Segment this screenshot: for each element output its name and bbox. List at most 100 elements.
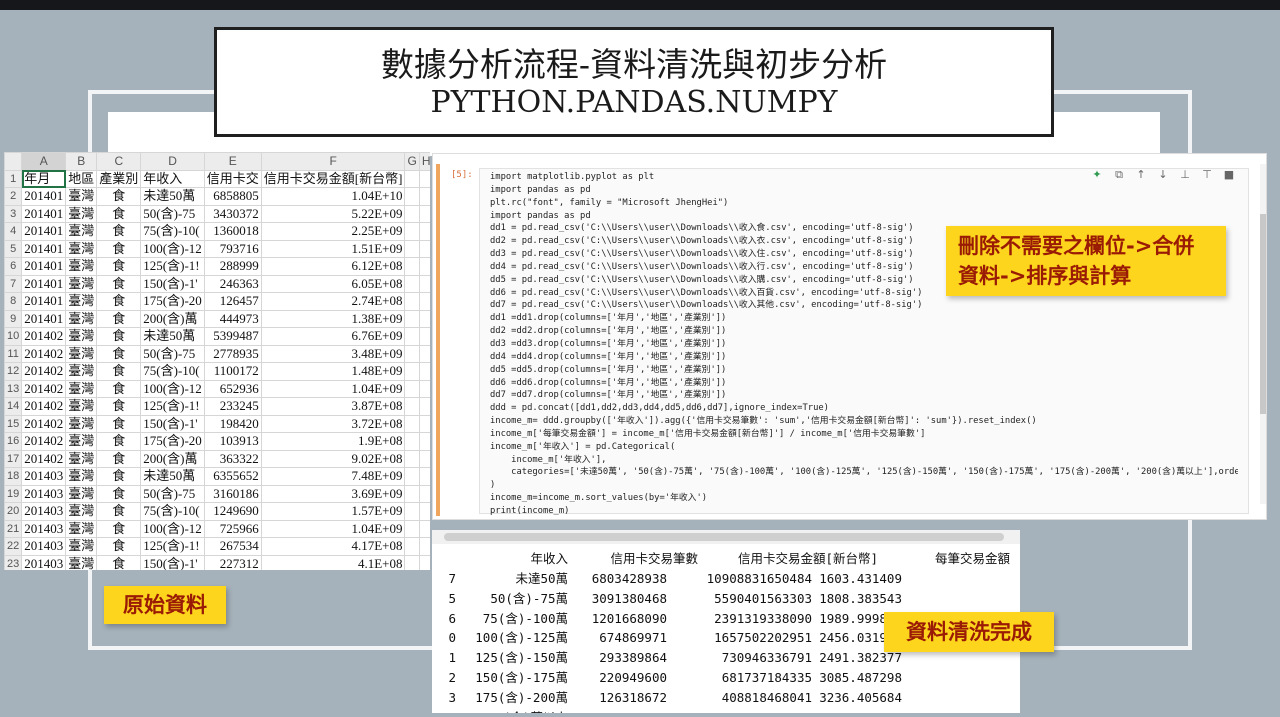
column-header[interactable]: A [21,152,67,171]
table-cell[interactable]: 2.25E+09 [260,222,406,241]
table-cell[interactable]: 食 [96,484,142,503]
table-cell[interactable]: 臺灣 [65,397,98,416]
table-cell[interactable] [404,222,420,241]
table-cell[interactable]: 201401 [21,204,67,223]
header-cell[interactable]: 產業別 [96,169,142,188]
table-cell[interactable]: 201402 [21,397,67,416]
row-number[interactable]: 6 [4,257,23,276]
table-cell[interactable] [418,222,430,241]
table-cell[interactable]: 652936 [203,379,262,398]
table-cell[interactable]: 1360018 [203,222,262,241]
table-cell[interactable]: 食 [96,432,142,451]
notebook-cell[interactable]: [5]: import matplotlib.pyplot as plt imp… [432,153,1267,520]
table-cell[interactable] [418,362,430,381]
table-cell[interactable]: 1.04E+09 [260,519,406,538]
table-cell[interactable]: 臺灣 [65,204,98,223]
table-cell[interactable] [418,397,430,416]
column-header[interactable]: H [418,152,430,171]
table-cell[interactable]: 食 [96,257,142,276]
table-cell[interactable]: 9.02E+08 [260,449,406,468]
table-cell[interactable]: 食 [96,327,142,346]
table-cell[interactable] [418,187,430,206]
header-cell[interactable] [404,169,420,188]
table-cell[interactable]: 201402 [21,432,67,451]
table-cell[interactable]: 臺灣 [65,432,98,451]
table-cell[interactable] [418,204,430,223]
table-cell[interactable]: 200(含)萬 [140,309,205,328]
table-cell[interactable]: 1.57E+09 [260,502,406,521]
code-text[interactable]: import matplotlib.pyplot as plt import p… [490,171,1238,518]
table-cell[interactable]: 7.48E+09 [260,467,406,486]
table-cell[interactable]: 3.72E+08 [260,414,406,433]
row-number[interactable]: 9 [4,309,23,328]
table-cell[interactable] [404,187,420,206]
table-cell[interactable]: 150(含)-1' [140,274,205,293]
column-header[interactable]: C [96,152,142,171]
table-cell[interactable] [418,467,430,486]
row-number[interactable]: 20 [4,502,23,521]
table-cell[interactable]: 200(含)萬 [140,449,205,468]
table-cell[interactable]: 臺灣 [65,502,98,521]
table-cell[interactable]: 175(含)-20 [140,432,205,451]
copy-icon[interactable]: ⧉ [1112,168,1126,182]
table-cell[interactable]: 1.04E+10 [260,187,406,206]
table-cell[interactable]: 臺灣 [65,554,98,570]
row-number[interactable]: 22 [4,537,23,556]
sparkle-icon[interactable]: ✦ [1090,168,1104,182]
table-cell[interactable]: 未達50萬 [140,327,205,346]
header-cell[interactable] [418,169,430,188]
table-cell[interactable]: 201403 [21,502,67,521]
table-cell[interactable]: 793716 [203,239,262,258]
table-cell[interactable]: 食 [96,449,142,468]
table-cell[interactable]: 6.76E+09 [260,327,406,346]
table-cell[interactable]: 臺灣 [65,309,98,328]
table-cell[interactable]: 臺灣 [65,362,98,381]
table-cell[interactable]: 食 [96,379,142,398]
table-cell[interactable]: 3430372 [203,204,262,223]
table-cell[interactable]: 201401 [21,187,67,206]
table-cell[interactable] [404,344,420,363]
table-cell[interactable]: 246363 [203,274,262,293]
table-cell[interactable] [418,309,430,328]
table-cell[interactable]: 201402 [21,379,67,398]
code-editor[interactable]: import matplotlib.pyplot as plt import p… [479,168,1249,516]
table-cell[interactable] [418,484,430,503]
table-cell[interactable]: 臺灣 [65,222,98,241]
table-cell[interactable]: 2.74E+08 [260,292,406,311]
table-cell[interactable]: 臺灣 [65,274,98,293]
table-cell[interactable]: 363322 [203,449,262,468]
table-cell[interactable]: 150(含)-1' [140,554,205,570]
table-cell[interactable]: 臺灣 [65,257,98,276]
table-cell[interactable]: 臺灣 [65,467,98,486]
table-cell[interactable]: 食 [96,362,142,381]
table-cell[interactable]: 267534 [203,537,262,556]
table-cell[interactable]: 201403 [21,467,67,486]
table-cell[interactable]: 臺灣 [65,187,98,206]
table-cell[interactable]: 201401 [21,257,67,276]
table-cell[interactable]: 6.05E+08 [260,274,406,293]
row-number[interactable]: 5 [4,239,23,258]
table-cell[interactable]: 3160186 [203,484,262,503]
table-cell[interactable]: 食 [96,344,142,363]
table-cell[interactable]: 725966 [203,519,262,538]
table-cell[interactable]: 臺灣 [65,414,98,433]
row-number[interactable]: 13 [4,379,23,398]
table-cell[interactable]: 201401 [21,239,67,258]
row-number[interactable]: 1 [4,169,23,188]
row-number[interactable]: 16 [4,432,23,451]
table-cell[interactable]: 233245 [203,397,262,416]
table-cell[interactable]: 75(含)-10( [140,362,205,381]
row-number[interactable]: 11 [4,344,23,363]
table-cell[interactable]: 食 [96,292,142,311]
table-cell[interactable] [404,432,420,451]
corner-cell[interactable] [4,152,23,171]
table-cell[interactable]: 食 [96,204,142,223]
table-cell[interactable]: 227312 [203,554,262,570]
header-cell[interactable]: 年收入 [140,169,205,188]
table-cell[interactable]: 食 [96,519,142,538]
table-cell[interactable] [404,397,420,416]
table-cell[interactable] [418,432,430,451]
row-number[interactable]: 21 [4,519,23,538]
row-number[interactable]: 2 [4,187,23,206]
table-cell[interactable]: 201403 [21,519,67,538]
